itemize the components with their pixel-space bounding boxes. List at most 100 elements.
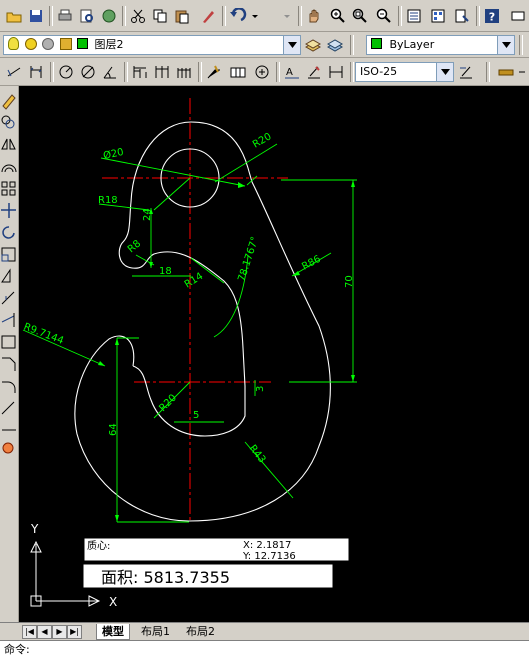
command-line[interactable]: 命令: [0,640,529,660]
paste-icon[interactable] [172,6,192,26]
tolerance-icon[interactable] [228,62,248,82]
rotate-icon[interactable] [2,226,15,239]
centroid-y: Y: 12.7136 [242,551,296,562]
center-mark-icon[interactable] [252,62,272,82]
layer-name: 图层2 [94,38,124,51]
tab-layout2[interactable]: 布局2 [181,624,220,639]
next-tab-icon[interactable]: ▶ [52,625,67,639]
save-icon[interactable] [26,6,46,26]
explode-icon[interactable] [1,401,15,415]
baseline-dimension-icon[interactable] [130,62,150,82]
dimension-toolbar: A ISO-25 [0,58,529,86]
dim-angle: 78.1767° [236,235,261,282]
dim-r43: R43 [247,443,268,465]
dimension-update-icon[interactable] [326,62,346,82]
prev-tab-icon[interactable]: ◀ [37,625,52,639]
extend-icon[interactable] [1,313,15,327]
dim-5: 5 [193,410,199,421]
array-icon[interactable] [1,181,16,196]
dim-r14: R14 [183,271,206,291]
continue-dimension-icon[interactable] [152,62,172,82]
publish-icon[interactable] [99,6,119,26]
layer-on-icon [8,37,19,50]
quick-dimension-icon[interactable] [174,62,194,82]
tool-palettes-icon[interactable] [452,6,472,26]
make-object-layer-current-icon[interactable] [303,35,323,55]
dimension-edit-icon[interactable]: A [282,62,302,82]
chevron-down-icon[interactable] [497,36,514,54]
print-preview-icon[interactable] [77,6,97,26]
explode-burst-icon[interactable] [2,442,14,454]
chamfer-icon[interactable] [2,357,16,371]
mirror-icon[interactable] [1,138,16,150]
layers-toolbar: 图层2 ByLayer [0,32,529,58]
dim-3: 3 [255,386,266,392]
fillet-icon[interactable] [2,381,16,393]
offset-icon[interactable] [1,164,17,173]
move-icon[interactable] [1,203,16,218]
chevron-down-icon[interactable] [283,36,300,54]
centroid-label: 质心: [87,540,110,552]
match-properties-icon[interactable] [198,6,218,26]
properties-icon[interactable] [404,6,424,26]
dimension-arrows [98,180,355,522]
open-icon[interactable] [4,6,24,26]
zoom-window-icon[interactable] [350,6,370,26]
tab-layout1[interactable]: 布局1 [136,624,175,639]
more-icon[interactable] [516,62,528,82]
layer-viewport-icon [42,38,54,50]
area-box: 面积: 5813.7355 [82,563,334,589]
pan-icon[interactable] [304,6,324,26]
first-tab-icon[interactable]: |◀ [22,625,37,639]
trim-icon[interactable] [1,291,15,305]
more-icon[interactable] [508,6,528,26]
drawing-canvas[interactable]: Ø20 R20 R18 24 R8 18 R14 78.1767° R86 70… [19,86,529,622]
dim-r86: R86 [300,254,323,273]
hook-outline [74,121,331,522]
copy-object-icon[interactable] [1,115,15,129]
undo-icon[interactable] [228,6,260,26]
layer-previous-icon[interactable] [325,35,345,55]
erase-icon[interactable] [2,94,16,110]
break-icon[interactable] [1,335,16,349]
cut-icon[interactable] [128,6,148,26]
dimension-style-icon[interactable] [456,62,476,82]
svg-text:A: A [286,67,293,78]
layer-dropdown[interactable]: 图层2 [3,35,301,55]
layout-tabs-bar: |◀ ◀ ▶ ▶| 模型 布局1 布局2 [0,622,529,641]
zoom-realtime-icon[interactable] [328,6,348,26]
text-style-icon[interactable] [496,62,516,82]
print-icon[interactable] [55,6,75,26]
dimension-text-edit-icon[interactable] [304,62,324,82]
dim-r18: R18 [98,195,118,206]
tab-model[interactable]: 模型 [96,624,130,640]
dim-18: 18 [159,266,172,277]
zoom-previous-icon[interactable] [374,6,394,26]
last-tab-icon[interactable]: ▶| [67,625,82,639]
scale-icon[interactable] [1,247,16,262]
copy-icon[interactable] [150,6,170,26]
svg-text:X: X [109,595,117,609]
dimstyle-value: ISO-25 [360,65,398,78]
color-value: ByLayer [389,38,435,51]
dim-64: 64 [108,423,119,436]
dimstyle-dropdown[interactable]: ISO-25 [355,62,454,82]
redo-icon[interactable] [280,6,294,26]
svg-text:?: ? [489,11,495,24]
dim-24: 24 [142,208,153,221]
chevron-down-icon[interactable] [436,63,453,81]
radius-dimension-icon[interactable] [56,62,76,82]
stretch-icon[interactable] [1,268,11,283]
quick-leader-icon[interactable] [204,62,224,82]
color-dropdown[interactable]: ByLayer [366,35,515,55]
aligned-dimension-icon[interactable] [26,62,46,82]
area-text: 面积: 5813.7355 [101,568,230,587]
angular-dimension-icon[interactable] [100,62,120,82]
dim-70: 70 [344,275,355,288]
design-center-icon[interactable] [428,6,448,26]
help-icon[interactable]: ? [482,6,502,26]
color-swatch [371,38,382,49]
layer-freeze-icon [24,38,37,50]
linear-dimension-icon[interactable] [4,62,24,82]
diameter-dimension-icon[interactable] [78,62,98,82]
